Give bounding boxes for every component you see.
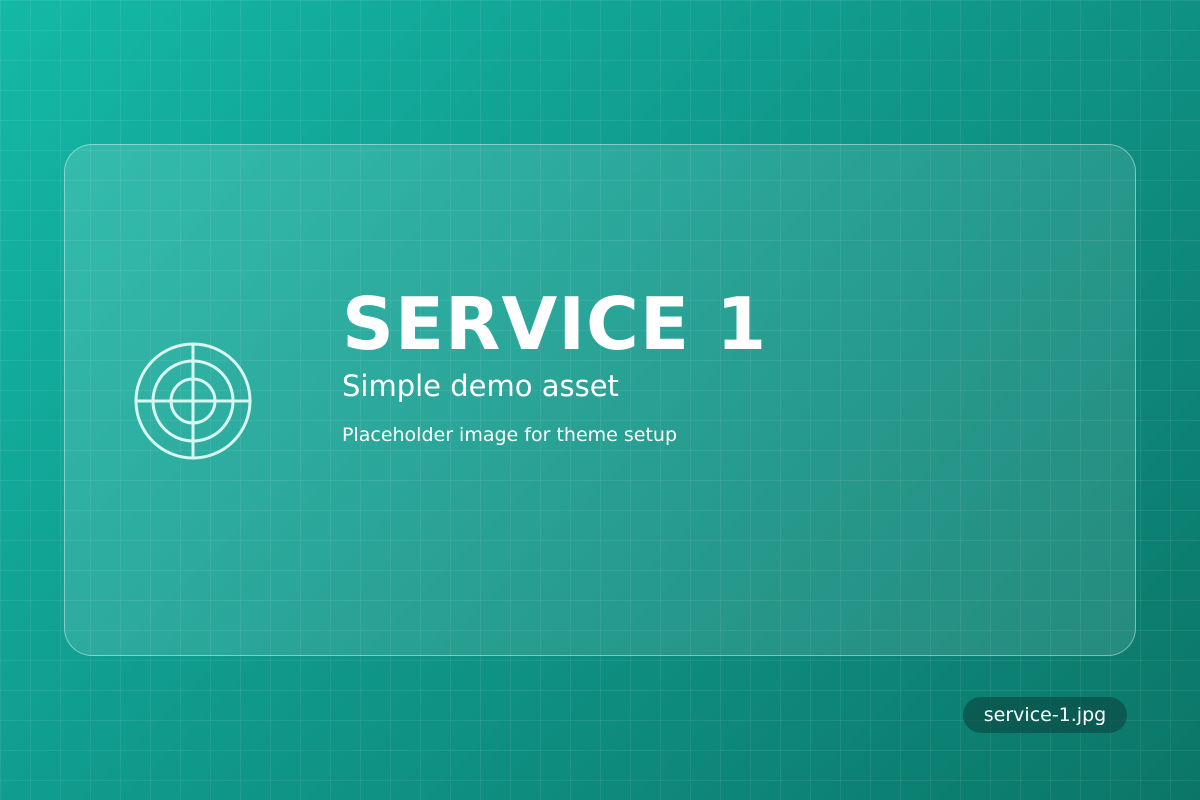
target-icon — [134, 342, 252, 460]
filename-badge: service-1.jpg — [963, 697, 1127, 733]
service-subtitle: Simple demo asset — [342, 369, 619, 403]
service-title: SERVICE 1 — [342, 282, 768, 366]
service-description: Placeholder image for theme setup — [342, 424, 678, 446]
